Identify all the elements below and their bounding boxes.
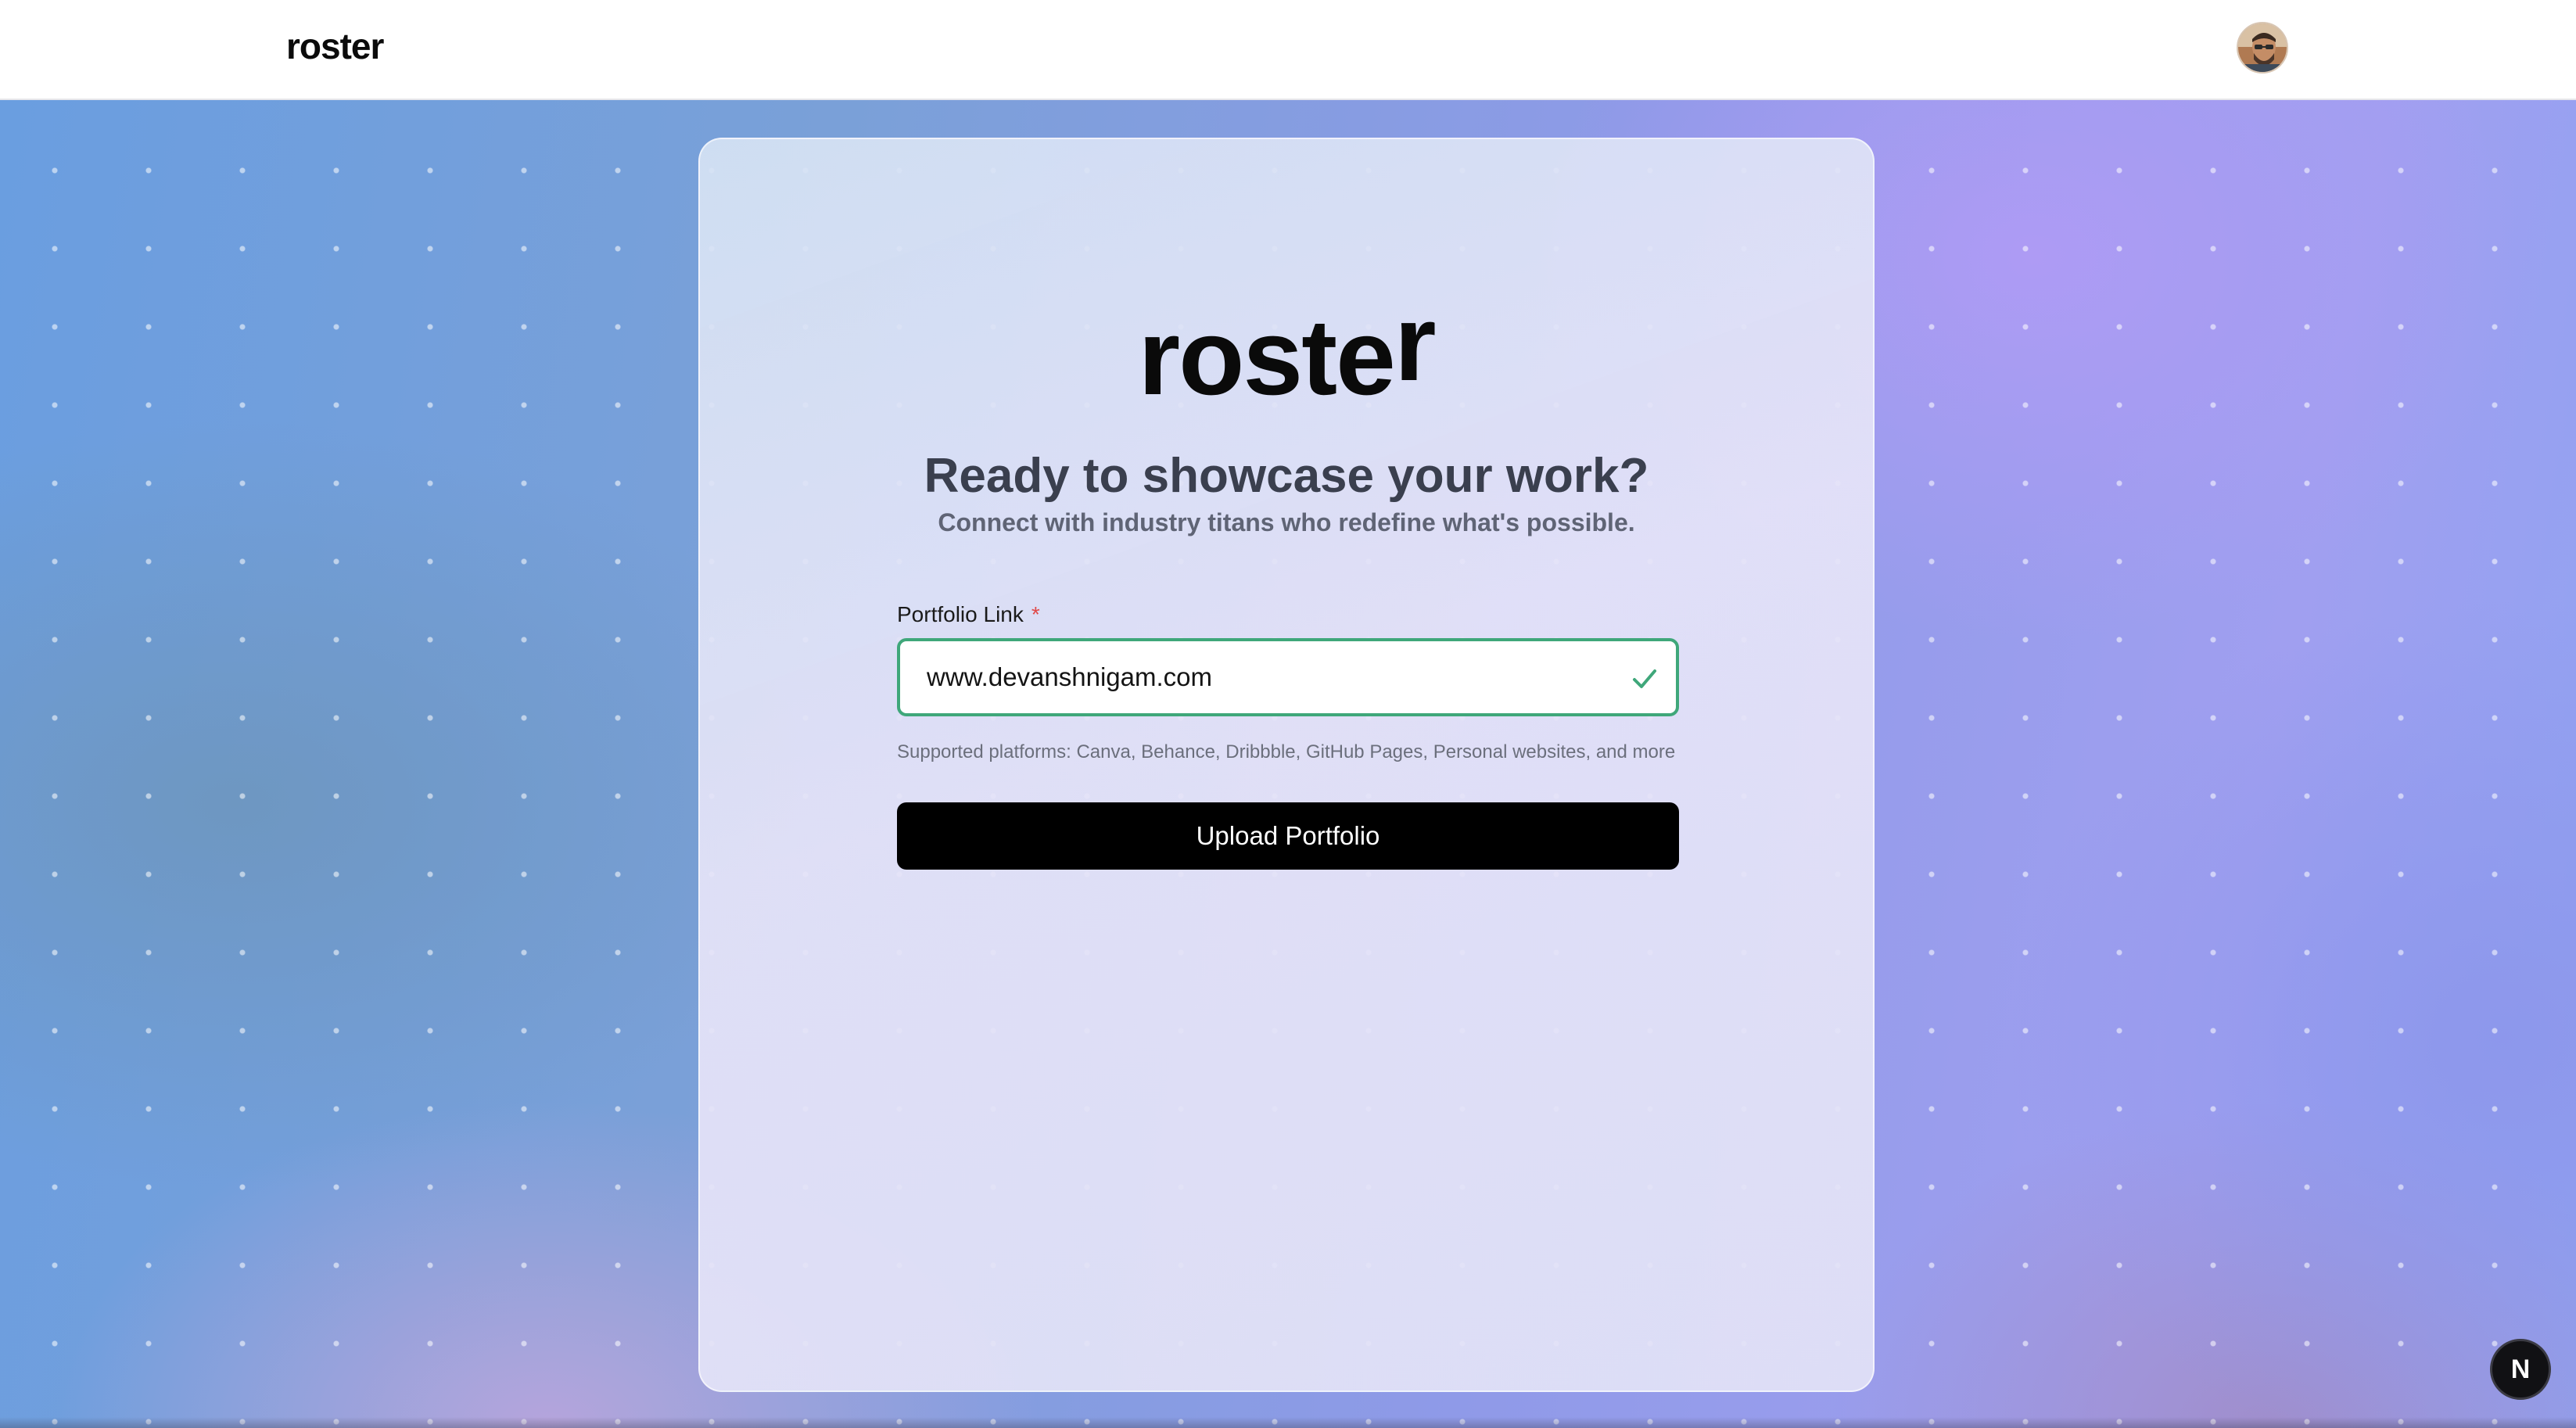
portfolio-link-input[interactable] <box>900 641 1676 713</box>
required-marker: * <box>1031 602 1040 626</box>
page-subtitle: Connect with industry titans who redefin… <box>938 508 1635 536</box>
portfolio-link-label-text: Portfolio Link <box>897 602 1024 626</box>
page-title: Ready to showcase your work? <box>924 449 1649 503</box>
card-logo-text: roster <box>1138 283 1436 418</box>
brand-logo[interactable]: roster <box>286 25 384 67</box>
nextjs-dev-badge[interactable]: N <box>2490 1339 2551 1400</box>
bottom-shade <box>0 1417 2576 1428</box>
portfolio-link-field <box>897 638 1679 716</box>
user-avatar[interactable] <box>2237 22 2288 74</box>
card-logo: roster <box>700 289 1873 411</box>
portfolio-link-label: Portfolio Link * <box>897 602 1040 627</box>
supported-platforms-hint: Supported platforms: Canva, Behance, Dri… <box>897 741 1676 762</box>
upload-portfolio-button[interactable]: Upload Portfolio <box>897 802 1679 870</box>
top-navbar: roster <box>0 0 2576 100</box>
avatar-photo-icon <box>2238 23 2287 72</box>
card-logo-raised-letter: r <box>1394 283 1437 404</box>
check-icon <box>1633 669 1656 688</box>
portfolio-card: roster Ready to showcase your work? Conn… <box>698 138 1875 1392</box>
